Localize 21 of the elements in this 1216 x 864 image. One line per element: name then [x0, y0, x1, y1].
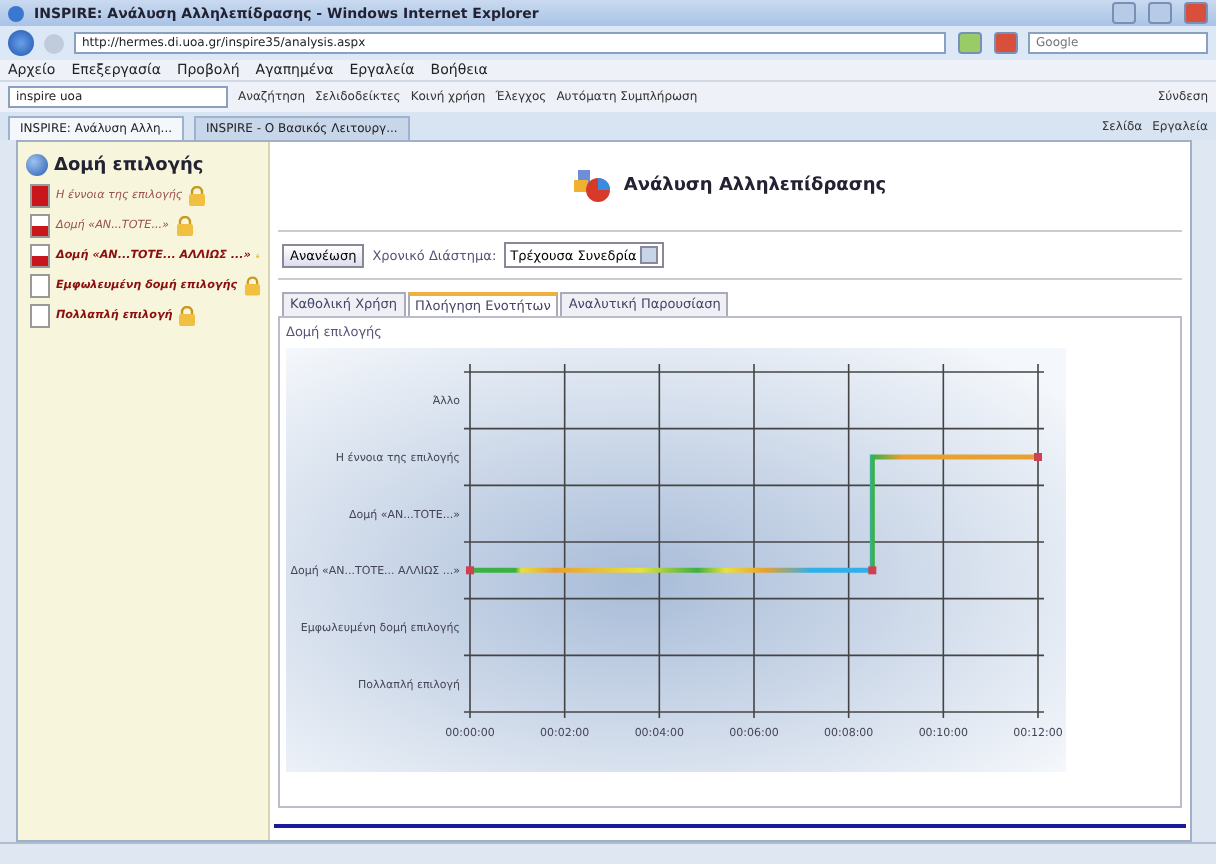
progress-box	[30, 184, 50, 208]
analysis-logo-icon	[573, 168, 614, 204]
progress-box	[30, 214, 50, 238]
lock-icon	[175, 216, 193, 236]
progress-box	[30, 274, 50, 298]
maximize-button[interactable]	[1148, 2, 1172, 24]
sidebar-title: Δομή επιλογής	[54, 155, 204, 175]
back-button[interactable]	[8, 30, 34, 56]
lock-icon	[243, 276, 260, 296]
progress-box	[30, 244, 50, 268]
lock-icon	[178, 306, 197, 326]
lock-icon	[188, 186, 207, 206]
minimize-button[interactable]	[1112, 2, 1136, 24]
forward-button[interactable]	[44, 33, 64, 53]
progress-box	[30, 304, 50, 328]
close-button[interactable]	[1184, 2, 1208, 24]
page-title: Ανάλυση Αλληλεπίδρασης	[623, 176, 887, 196]
stop-button[interactable]	[994, 32, 1018, 54]
refresh-button[interactable]	[958, 32, 982, 54]
browser-logo-icon	[8, 5, 24, 21]
globe-icon	[26, 154, 48, 176]
